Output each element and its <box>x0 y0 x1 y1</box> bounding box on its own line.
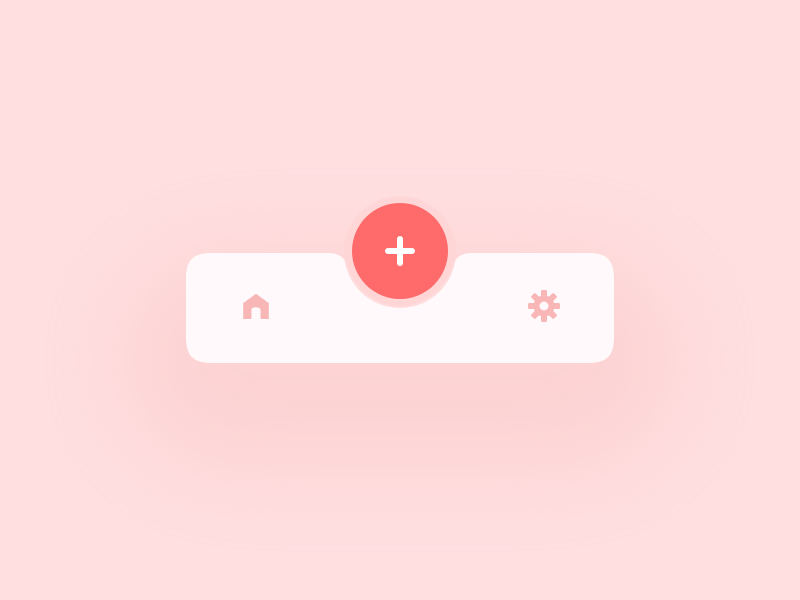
gear-icon <box>527 289 561 323</box>
app-canvas <box>0 0 800 600</box>
plus-icon <box>383 234 417 268</box>
bottom-tab-bar <box>186 196 614 363</box>
add-button[interactable] <box>352 203 448 299</box>
home-icon <box>240 290 272 322</box>
tab-settings[interactable] <box>516 278 572 334</box>
tab-home[interactable] <box>228 278 284 334</box>
